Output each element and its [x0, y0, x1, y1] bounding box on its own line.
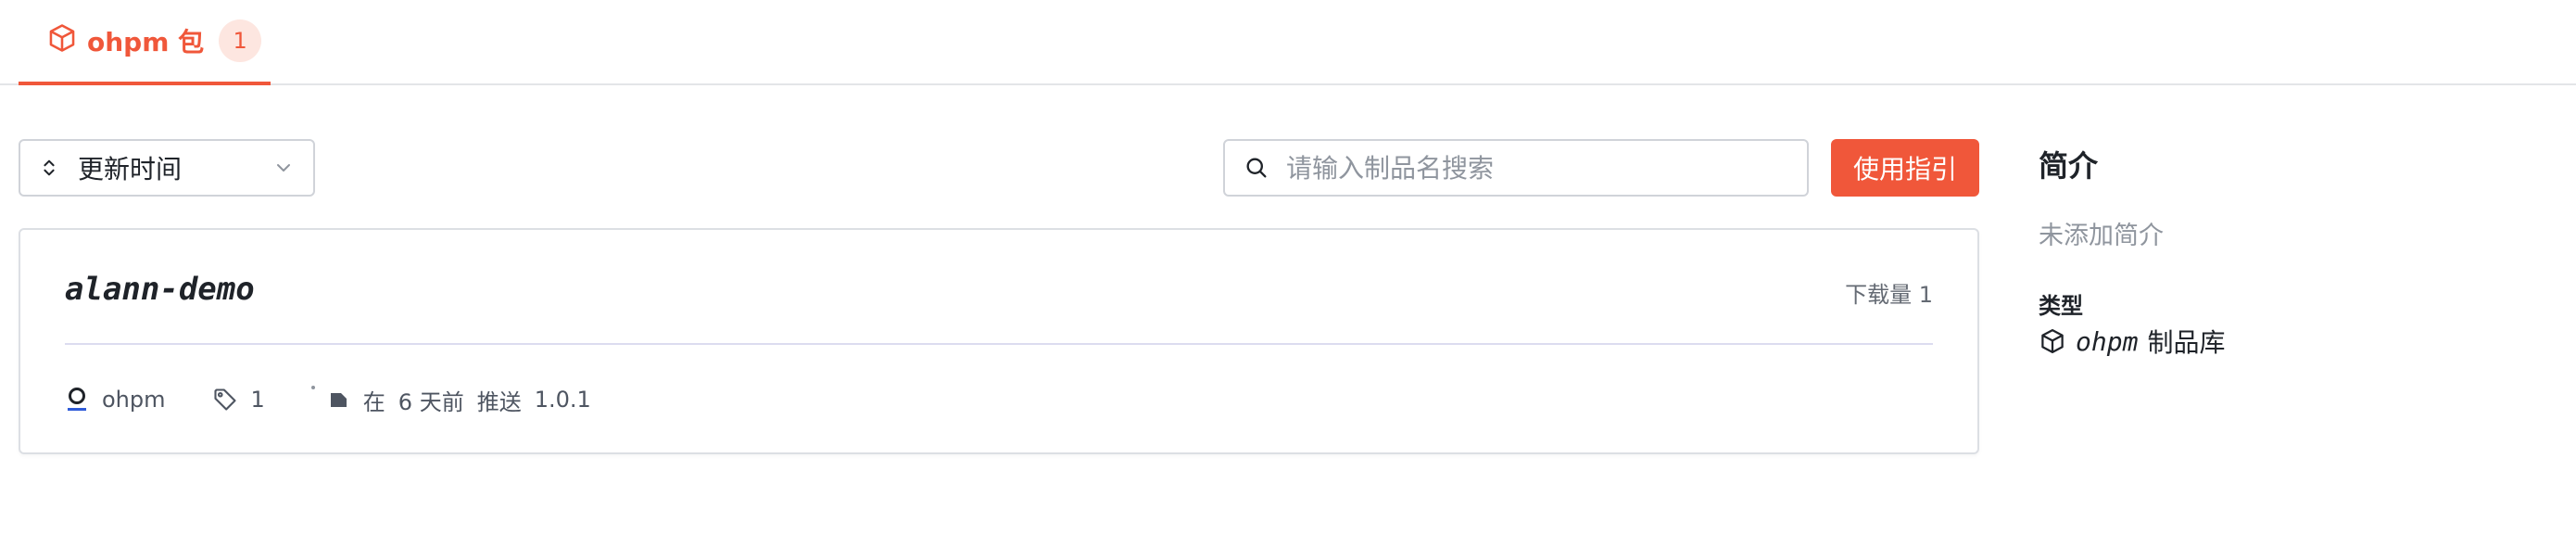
card-divider	[65, 343, 1933, 345]
sort-dropdown[interactable]: 更新时间	[19, 139, 315, 197]
tag-count: 1	[250, 387, 265, 413]
package-card[interactable]: alann-demo 下载量 1 ohpm 1 在 6 天前 推送 1.0.1	[19, 228, 1979, 454]
push-icon	[328, 388, 350, 411]
type-name: ohpm	[2076, 325, 2139, 357]
chevron-down-icon	[272, 157, 295, 179]
tag-icon	[212, 387, 238, 413]
push-action: 推送	[476, 388, 522, 415]
page: ohpm 包 1 更新时间 使用指引 alan	[0, 0, 2576, 547]
intro-title: 简介	[2039, 148, 2099, 184]
tab-count-badge: 1	[219, 19, 262, 62]
separator-dot	[310, 386, 315, 389]
push-prefix: 在	[362, 388, 385, 415]
search-icon	[1244, 155, 1269, 181]
package-name[interactable]: alann-demo	[65, 271, 255, 308]
package-icon	[2039, 327, 2066, 355]
intro-description: 未添加简介	[2039, 222, 2164, 250]
type-suffix: 制品库	[2147, 327, 2226, 358]
sort-icon	[39, 158, 59, 178]
usage-guide-button[interactable]: 使用指引	[1831, 139, 1979, 197]
package-version: 1.0.1	[534, 387, 591, 413]
package-icon	[46, 22, 78, 60]
registry-name: ohpm	[102, 387, 166, 413]
tab-label: ohpm 包	[87, 27, 205, 57]
package-meta: ohpm 1 在 6 天前 推送 1.0.1	[65, 384, 591, 415]
tab-bar: ohpm 包 1	[0, 0, 2576, 85]
search-box	[1223, 139, 1809, 197]
search-input[interactable]	[1286, 152, 1788, 184]
push-time: 6 天前	[398, 388, 464, 415]
ohpm-logo-icon	[65, 386, 89, 413]
type-label: 类型	[2039, 293, 2083, 319]
tab-ohpm-packages[interactable]: ohpm 包 1	[19, 0, 271, 85]
type-value: ohpm 制品库	[2039, 323, 2225, 360]
sort-label: 更新时间	[78, 154, 183, 184]
download-count: 下载量 1	[1845, 282, 1933, 308]
